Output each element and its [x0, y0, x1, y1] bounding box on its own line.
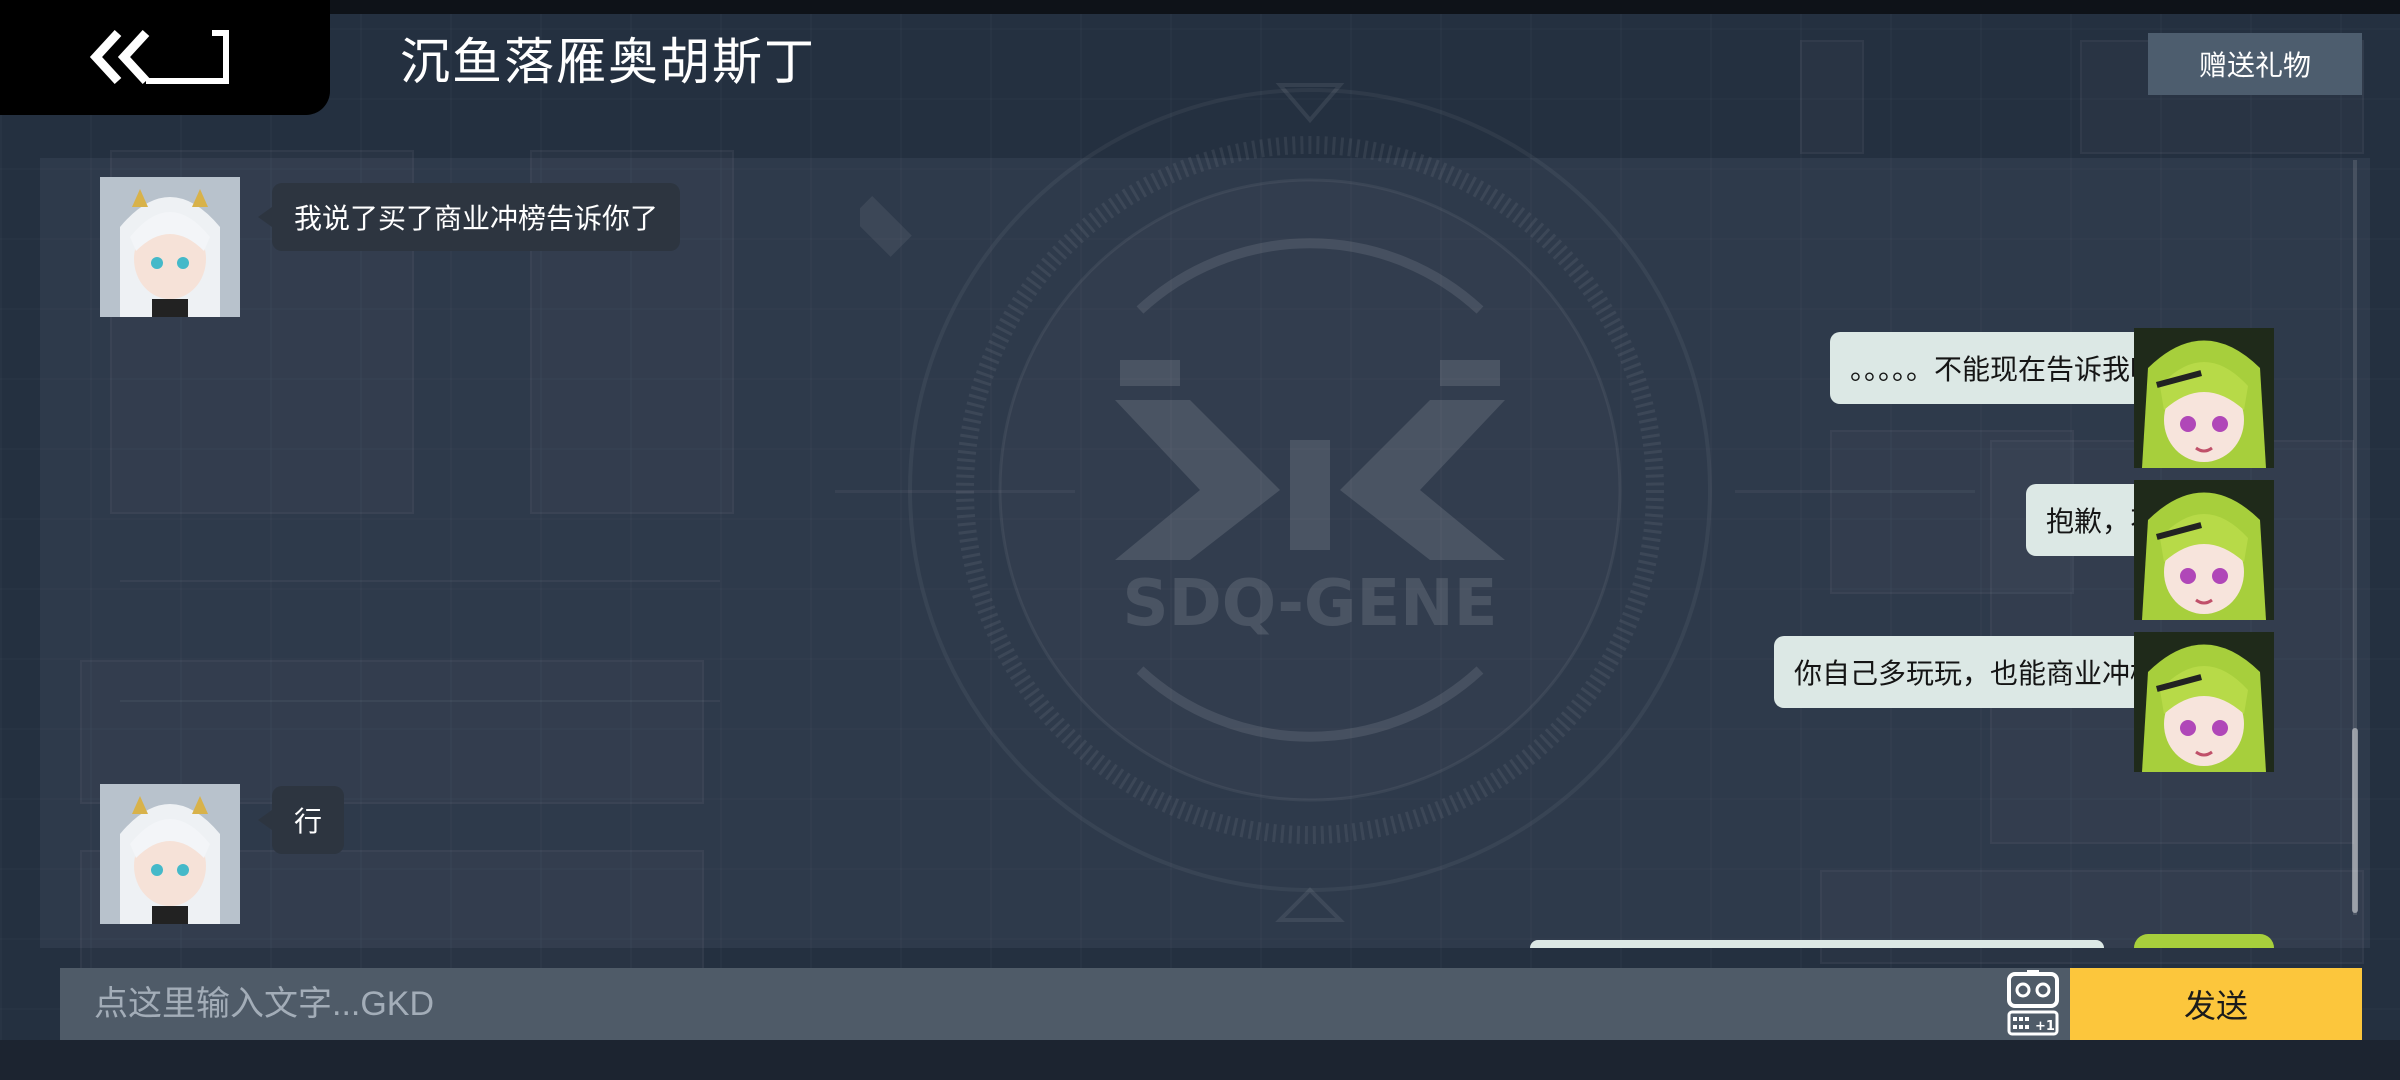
- message-input[interactable]: [60, 968, 1980, 1040]
- message-bubble: 行: [257, 786, 345, 854]
- game-chat-screen: SDQ-GENE 沉鱼落雁奥胡斯丁 赠送礼物 我说了买了商业冲榜告诉你了 。。。…: [0, 0, 2400, 1080]
- emblem-text: SDQ-GENE: [1123, 567, 1498, 641]
- avatar-green-haired-girl[interactable]: [2134, 328, 2274, 468]
- robot-emoji-icon: +1: [2007, 970, 2059, 1036]
- emoji-badge: +1: [2035, 1019, 2055, 1034]
- avatar-white-haired-girl[interactable]: [100, 784, 240, 924]
- double-chevron-back-icon: [89, 29, 229, 85]
- bg-panel: [1800, 40, 1864, 154]
- emoji-button[interactable]: +1: [2005, 970, 2061, 1036]
- sdq-gene-emblem: SDQ-GENE: [860, 83, 1712, 922]
- send-button[interactable]: 发送: [2070, 968, 2362, 1040]
- back-button[interactable]: [0, 0, 330, 115]
- message-bubble: 我说了买了商业冲榜告诉你了: [257, 183, 681, 251]
- send-gift-button[interactable]: 赠送礼物: [2148, 33, 2362, 95]
- page-title: 沉鱼落雁奥胡斯丁: [400, 33, 816, 91]
- avatar-green-haired-girl[interactable]: [2134, 632, 2274, 772]
- avatar-partial: [2134, 934, 2274, 948]
- message-input-bar: [60, 968, 2070, 1040]
- message-bubble-partial: [1530, 940, 2104, 948]
- bottom-frame: [0, 1040, 2400, 1080]
- top-frame: [0, 0, 2400, 14]
- chat-scrollbar-thumb[interactable]: [2352, 728, 2358, 913]
- avatar-white-haired-girl[interactable]: [100, 177, 240, 317]
- avatar-green-haired-girl[interactable]: [2134, 480, 2274, 620]
